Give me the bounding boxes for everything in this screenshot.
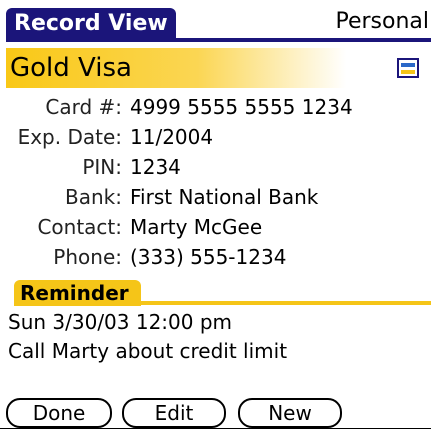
record-name-bar: Gold Visa <box>6 48 431 88</box>
reminder-header: Reminder <box>14 280 141 306</box>
field-value: 1234 <box>130 155 181 179</box>
field-label: Bank: <box>65 185 122 209</box>
title-underline <box>6 38 431 42</box>
title-bar: Record View Personal <box>0 0 431 48</box>
field-value: 4999 5555 5555 1234 <box>130 95 353 119</box>
field-row-card-number: Card #: 4999 5555 5555 1234 <box>0 92 431 122</box>
reminder-datetime: Sun 3/30/03 12:00 pm <box>8 310 233 334</box>
done-button[interactable]: Done <box>6 398 112 428</box>
field-value: 11/2004 <box>130 125 214 149</box>
field-label: PIN: <box>82 155 122 179</box>
field-label: Phone: <box>53 245 122 269</box>
field-label: Exp. Date: <box>17 125 122 149</box>
new-button[interactable]: New <box>238 398 342 428</box>
field-row-phone: Phone: (333) 555-1234 <box>0 242 431 272</box>
field-label: Card #: <box>45 95 122 119</box>
form-title[interactable]: Record View <box>6 8 176 40</box>
record-name: Gold Visa <box>10 53 132 83</box>
field-label: Contact: <box>37 215 122 239</box>
reminder-note: Call Marty about credit limit <box>8 339 288 363</box>
field-row-contact: Contact: Marty McGee <box>0 212 431 242</box>
field-value: Marty McGee <box>130 215 263 239</box>
field-row-pin: PIN: 1234 <box>0 152 431 182</box>
category-selector[interactable]: Personal <box>335 8 429 36</box>
edit-button[interactable]: Edit <box>122 398 226 428</box>
field-value: First National Bank <box>130 185 319 209</box>
field-row-bank: Bank: First National Bank <box>0 182 431 212</box>
field-value: (333) 555-1234 <box>130 245 287 269</box>
bottom-divider <box>0 428 431 429</box>
field-row-exp-date: Exp. Date: 11/2004 <box>0 122 431 152</box>
note-icon[interactable] <box>397 58 419 78</box>
